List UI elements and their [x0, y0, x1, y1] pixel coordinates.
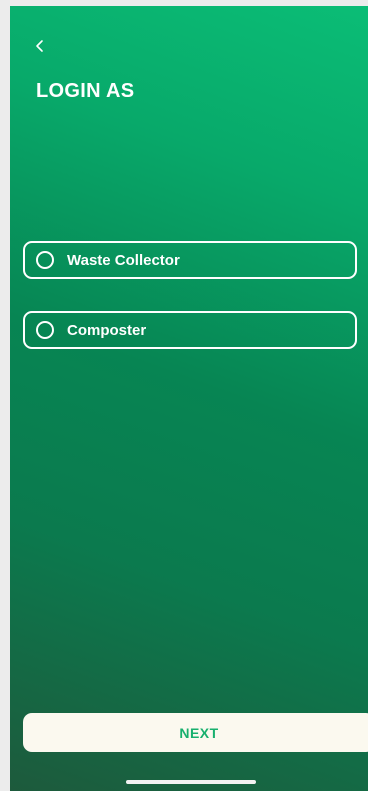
- next-button[interactable]: NEXT: [23, 713, 368, 752]
- home-indicator: [126, 780, 256, 784]
- radio-button-icon[interactable]: [36, 251, 54, 269]
- option-label: Waste Collector: [67, 251, 180, 269]
- back-button[interactable]: [30, 36, 50, 56]
- chevron-left-icon: [36, 40, 43, 52]
- login-as-screen: LOGIN AS Waste Collector Composter NEXT: [10, 6, 368, 791]
- option-composter[interactable]: Composter: [23, 311, 357, 349]
- option-waste-collector[interactable]: Waste Collector: [23, 241, 357, 279]
- radio-button-icon[interactable]: [36, 321, 54, 339]
- option-label: Composter: [67, 321, 147, 339]
- page-title: LOGIN AS: [36, 80, 135, 102]
